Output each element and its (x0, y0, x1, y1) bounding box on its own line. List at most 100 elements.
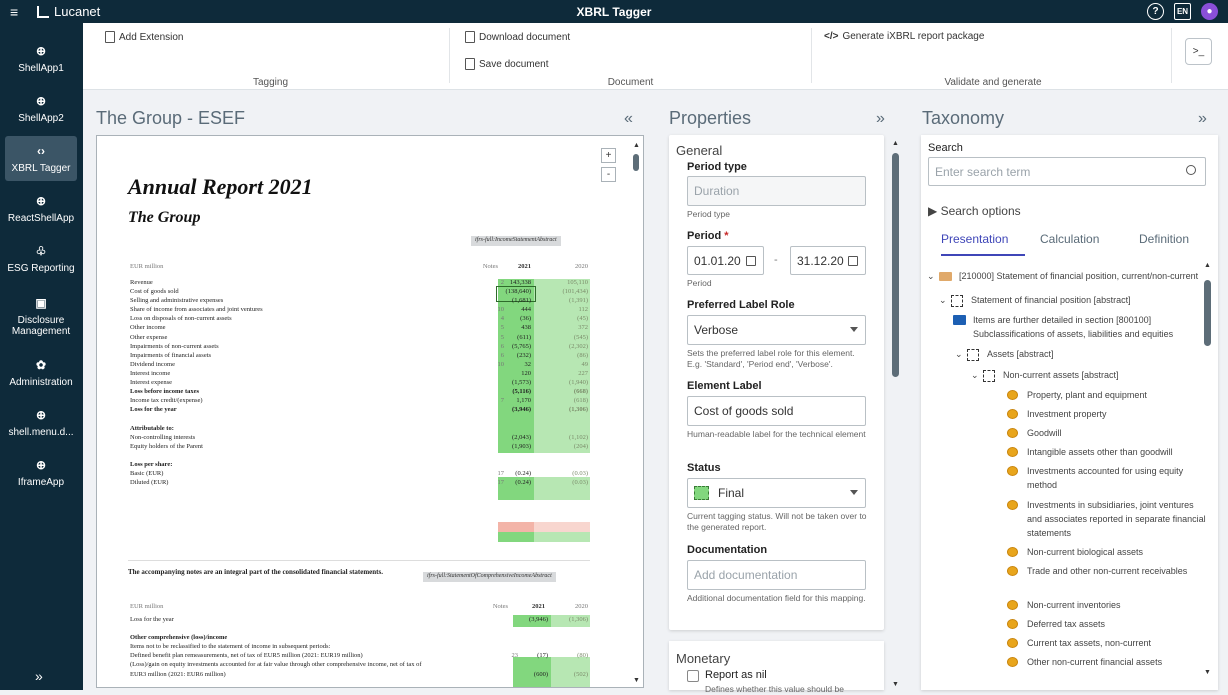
row-value-2021[interactable]: (1,573) (498, 378, 534, 387)
taxonomy-scrollbar[interactable] (1204, 280, 1211, 346)
row-value-2020[interactable]: (1,940) (534, 378, 590, 387)
terminal-button[interactable]: >_ (1185, 38, 1212, 65)
calendar-icon[interactable] (746, 256, 756, 266)
row-value-2020[interactable]: (101,434) (534, 287, 590, 296)
row-value-2021[interactable]: (1,903) (498, 442, 534, 451)
scroll-down-icon[interactable]: ▼ (633, 676, 640, 684)
sidebar-item-shell-menu[interactable]: ⊕ shell.menu.d... (5, 400, 77, 445)
save-document-button[interactable]: Save document (465, 58, 549, 70)
sidebar-item-shellapp2[interactable]: ⊕ ShellApp2 (5, 86, 77, 131)
row-value-2020[interactable]: (545) (534, 333, 590, 342)
user-avatar-icon[interactable]: ● (1201, 3, 1218, 20)
preferred-label-role-select[interactable]: Verbose (687, 315, 866, 345)
scroll-up-icon[interactable]: ▲ (892, 140, 899, 147)
row-value-2020[interactable]: (502) (534, 670, 590, 679)
calendar-icon[interactable] (848, 256, 858, 266)
add-extension-button[interactable]: Add Extension (105, 31, 184, 43)
period-type-field[interactable]: Duration (687, 176, 866, 206)
tag-highlight-warning[interactable] (498, 522, 534, 532)
zoom-in-button[interactable]: + (601, 148, 616, 163)
expand-panel-icon[interactable]: » (1198, 110, 1207, 128)
properties-scrollbar[interactable] (892, 153, 899, 377)
row-value-2021[interactable]: (0.24) (498, 478, 534, 487)
row-value-2021[interactable]: (138,640) (498, 287, 534, 296)
element-label-input[interactable]: Cost of goods sold (687, 396, 866, 426)
row-value-2020[interactable]: 112 (534, 305, 590, 314)
tab-definition[interactable]: Definition (1139, 232, 1189, 246)
row-value-2021[interactable]: (611) (498, 333, 534, 342)
scroll-down-icon[interactable]: ▼ (892, 681, 899, 688)
row-value-2020[interactable]: (1,306) (534, 615, 590, 624)
sidebar-item-iframeapp[interactable]: ⊕ IframeApp (5, 450, 77, 495)
row-value-2020[interactable]: 372 (534, 323, 590, 332)
row-value-2020[interactable]: (204) (534, 442, 590, 451)
chevron-down-icon[interactable]: ⌄ (939, 293, 947, 307)
tab-presentation[interactable]: Presentation (941, 232, 1008, 246)
row-value-2020[interactable]: (668) (534, 387, 590, 396)
row-value-2021[interactable]: (0.24) (498, 469, 534, 478)
tag-pill-income-statement[interactable]: ifrs-full:IncomeStatementAbstract (471, 236, 561, 246)
language-icon[interactable]: EN (1174, 3, 1191, 20)
row-value-2021[interactable]: (2,043) (498, 433, 534, 442)
row-value-2020[interactable]: (0.03) (534, 469, 590, 478)
expand-sidebar-icon[interactable]: » (35, 668, 43, 684)
sidebar-item-disclosure-management[interactable]: ▣ Disclosure Management (5, 291, 77, 341)
period-start-field[interactable]: 01.01.20 (687, 246, 764, 275)
tag-highlight-2020[interactable] (534, 532, 590, 542)
row-value-2020[interactable]: (80) (534, 651, 590, 660)
sidebar-item-esg-reporting[interactable]: ♧ ESG Reporting (5, 236, 77, 281)
sidebar-item-shellapp1[interactable]: ⊕ ShellApp1 (5, 36, 77, 81)
row-value-2021[interactable]: 444 (498, 305, 534, 314)
row-value-2021[interactable]: 143,338 (498, 278, 534, 287)
taxonomy-search-input[interactable]: Enter search term (928, 157, 1206, 186)
row-value-2020[interactable]: (2,302) (534, 342, 590, 351)
row-value-2020[interactable]: (1,102) (534, 433, 590, 442)
row-value-2020[interactable]: (618) (534, 396, 590, 405)
chevron-down-icon[interactable]: ⌄ (955, 347, 963, 361)
row-value-2020[interactable]: (0.03) (534, 478, 590, 487)
report-as-nil-checkbox[interactable] (687, 670, 699, 682)
row-value-2021[interactable]: 1,170 (498, 396, 534, 405)
tag-highlight-warning[interactable] (534, 522, 590, 532)
tab-calculation[interactable]: Calculation (1040, 232, 1099, 246)
hamburger-menu-icon[interactable]: ≡ (10, 4, 18, 20)
row-value-2020[interactable]: (1,306) (534, 405, 590, 414)
document-scrollbar[interactable] (633, 154, 639, 171)
chevron-down-icon[interactable]: ⌄ (927, 269, 935, 283)
row-value-2020[interactable]: (1,391) (534, 296, 590, 305)
collapse-panel-icon[interactable]: « (624, 110, 633, 128)
row-value-2021[interactable]: (36) (498, 314, 534, 323)
row-value-2021[interactable]: (232) (498, 351, 534, 360)
expand-panel-icon[interactable]: » (876, 110, 885, 128)
row-value-2021[interactable]: (1,681) (498, 296, 534, 305)
status-select[interactable]: Final (687, 478, 866, 508)
scroll-down-icon[interactable]: ▼ (1204, 669, 1211, 676)
document-viewer[interactable]: Annual Report 2021 The Group ifrs-full:I… (96, 135, 644, 688)
generate-ixbrl-package-button[interactable]: </> Generate iXBRL report package (824, 31, 984, 42)
row-value-2021[interactable]: (5,765) (498, 342, 534, 351)
brand-logo[interactable]: Lucanet (37, 4, 100, 19)
sidebar-item-reactshellapp[interactable]: ⊕ ReactShellApp (5, 186, 77, 231)
chevron-down-icon[interactable]: ⌄ (971, 368, 979, 382)
tag-highlight-2021[interactable] (498, 532, 534, 542)
row-value-2020[interactable]: (86) (534, 351, 590, 360)
period-end-field[interactable]: 31.12.20 (790, 246, 866, 275)
row-value-2021[interactable]: (3,946) (498, 405, 534, 414)
row-value-2020[interactable]: 49 (534, 360, 590, 369)
search-icon[interactable] (1186, 165, 1196, 175)
documentation-input[interactable]: Add documentation (687, 560, 866, 590)
help-icon[interactable]: ? (1147, 3, 1164, 20)
zoom-out-button[interactable]: - (601, 167, 616, 182)
search-options-toggle[interactable]: ▶ Search options (928, 204, 1021, 218)
download-document-button[interactable]: Download document (465, 31, 570, 43)
scroll-up-icon[interactable]: ▲ (633, 141, 640, 149)
row-value-2020[interactable]: 227 (534, 369, 590, 378)
row-value-2021[interactable]: (5,116) (498, 387, 534, 396)
sidebar-item-xbrl-tagger[interactable]: ‹› XBRL Tagger (5, 136, 77, 181)
row-value-2021[interactable]: 438 (498, 323, 534, 332)
tag-pill-comprehensive-income[interactable]: ifrs-full:StatementOfComprehensiveIncome… (423, 572, 556, 582)
sidebar-item-administration[interactable]: ✿ Administration (5, 350, 77, 395)
row-value-2020[interactable]: 105,110 (534, 278, 590, 287)
scroll-up-icon[interactable]: ▲ (1204, 262, 1211, 269)
row-value-2021[interactable]: 120 (498, 369, 534, 378)
